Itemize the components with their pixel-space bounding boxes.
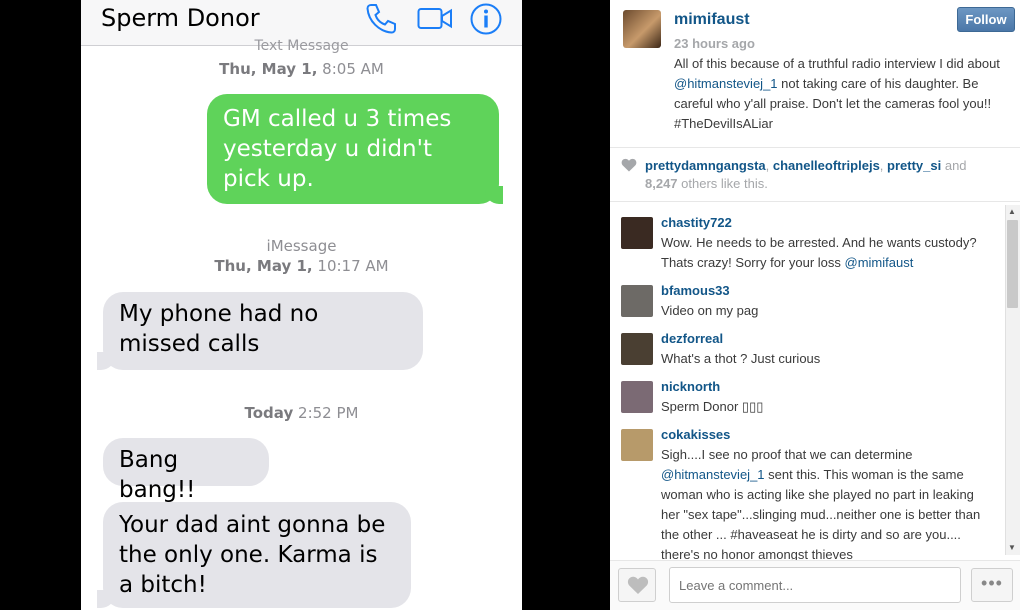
comment-bar: ••• — [610, 560, 1020, 610]
sent-message-bubble: GM called u 3 times yesterday u didn't p… — [207, 94, 499, 204]
timestamp-day: Thu, May 1, — [219, 60, 318, 78]
likes-separator: , — [879, 158, 888, 173]
video-icon — [417, 2, 453, 41]
timestamp-day: Today — [244, 404, 294, 422]
received-message-bubble: Your dad aint gonna be the only one. Kar… — [103, 502, 411, 608]
likes-separator: , — [765, 158, 773, 173]
scroll-up-arrow-icon[interactable]: ▲ — [1008, 207, 1016, 216]
likes-suffix: others like this. — [677, 176, 768, 191]
more-options-button[interactable]: ••• — [971, 568, 1013, 602]
liker-username[interactable]: pretty_si — [887, 158, 941, 173]
comment-mention[interactable]: @mimifaust — [845, 255, 914, 270]
commenter-username[interactable]: bfamous33 — [661, 283, 730, 298]
commenter-avatar[interactable] — [621, 217, 653, 249]
timestamp-time: 10:17 AM — [317, 257, 389, 275]
comment-item: dezforreal What's a thot ? Just curious — [610, 331, 1005, 377]
timestamp: Thu, May 1, 8:05 AM — [81, 60, 522, 78]
comment-text: What's a thot ? Just curious — [661, 351, 821, 366]
post-caption: All of this because of a truthful radio … — [674, 54, 1004, 134]
caption-mention[interactable]: @hitmansteviej_1 — [674, 76, 778, 91]
author-username[interactable]: mimifaust — [674, 11, 750, 29]
contact-name: Sperm Donor — [101, 4, 260, 32]
likes-text: prettydamngangsta, chanelleoftriplejs, p… — [645, 157, 995, 193]
commenter-avatar[interactable] — [621, 285, 653, 317]
comment-text: Sperm Donor ▯▯▯ — [661, 399, 764, 414]
commenter-username[interactable]: dezforreal — [661, 331, 723, 346]
like-button[interactable] — [618, 568, 656, 602]
timestamp-label: iMessage — [266, 237, 337, 255]
timestamp-time: 2:52 PM — [298, 404, 359, 422]
liker-username[interactable]: prettydamngangsta — [645, 158, 766, 173]
commenter-username[interactable]: cokakisses — [661, 427, 730, 442]
info-icon — [469, 2, 503, 41]
timestamp: Today 2:52 PM — [81, 404, 522, 422]
likes-count[interactable]: 8,247 — [645, 176, 678, 191]
author-avatar[interactable] — [623, 10, 661, 48]
likes-separator: and — [941, 158, 967, 173]
commenter-username[interactable]: nicknorth — [661, 379, 720, 394]
post-sidebar: mimifaust 23 hours ago Follow All of thi… — [610, 0, 1020, 610]
post-photo: Sperm Donor Text Message Thu, May 1, 8:0… — [0, 0, 610, 610]
heart-icon — [621, 158, 637, 177]
received-message-bubble: Bang bang!! — [103, 438, 269, 503]
phone-icon — [364, 2, 398, 41]
comment-body: Wow. He needs to be arrested. And he wan… — [661, 235, 977, 270]
heart-icon — [627, 576, 649, 594]
comment-text: Wow. He needs to be arrested. And he wan… — [661, 233, 996, 273]
comments-list: chastity722 Wow. He needs to be arrested… — [610, 205, 1020, 560]
commenter-username[interactable]: chastity722 — [661, 215, 732, 230]
caption-text: All of this because of a truthful radio … — [674, 56, 1000, 71]
received-message-bubble: My phone had no missed calls — [103, 292, 423, 370]
likes-section: prettydamngangsta, chanelleoftriplejs, p… — [610, 148, 1020, 202]
comment-item: chastity722 Wow. He needs to be arrested… — [610, 215, 1005, 283]
comment-input[interactable] — [669, 567, 961, 603]
follow-button[interactable]: Follow — [957, 7, 1015, 32]
comment-item: bfamous33 Video on my pag — [610, 283, 1005, 329]
scrollbar-thumb[interactable] — [1007, 220, 1018, 308]
comment-item: cokakisses Sigh....I see no proof that w… — [610, 427, 1005, 560]
comment-text: Video on my pag — [661, 303, 759, 318]
commenter-avatar[interactable] — [621, 333, 653, 365]
timestamp-day: Thu, May 1, — [214, 257, 313, 275]
comment-text: Sigh....I see no proof that we can deter… — [661, 445, 996, 560]
timestamp-label: Text Message — [254, 38, 349, 54]
post-timestamp[interactable]: 23 hours ago — [674, 36, 755, 51]
timestamp: Thu, May 1, 10:17 AM — [81, 257, 522, 275]
commenter-avatar[interactable] — [621, 381, 653, 413]
comment-mention[interactable]: @hitmansteviej_1 — [661, 467, 765, 482]
comment-body: Sigh....I see no proof that we can deter… — [661, 447, 913, 462]
commenter-avatar[interactable] — [621, 429, 653, 461]
scroll-down-arrow-icon[interactable]: ▼ — [1008, 543, 1016, 552]
post-header: mimifaust 23 hours ago Follow All of thi… — [610, 0, 1020, 148]
liker-username[interactable]: chanelleoftriplejs — [773, 158, 880, 173]
sms-screenshot: Sperm Donor Text Message Thu, May 1, 8:0… — [81, 0, 522, 610]
comment-item: nicknorth Sperm Donor ▯▯▯ — [610, 379, 1005, 425]
timestamp-time: 8:05 AM — [322, 60, 384, 78]
